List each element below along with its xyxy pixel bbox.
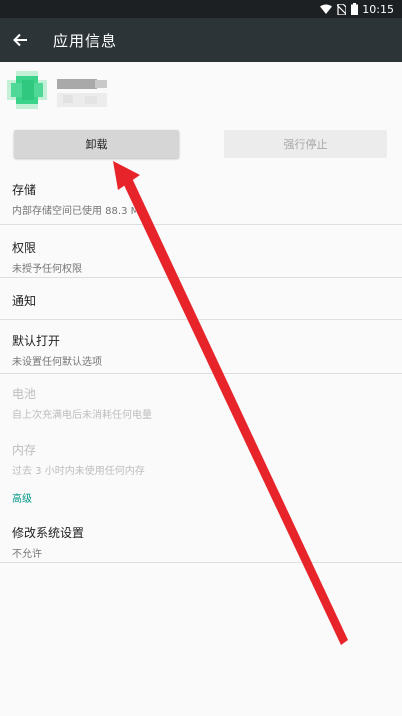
section-header-advanced: 高级 [12,494,32,505]
toolbar: 应用信息 [0,18,402,62]
permissions-title: 权限 [12,241,37,255]
permissions-subtitle: 未授予任何权限 [12,264,82,275]
modify-system-settings-row[interactable]: 修改系统设置 不允许 [0,514,402,563]
app-icon [7,71,47,109]
modify-system-settings-title: 修改系统设置 [12,526,85,540]
default-open-title: 默认打开 [12,334,61,348]
storage-row[interactable]: 存储 内部存储空间已使用 88.3 MB [0,172,402,225]
battery-icon [351,3,359,15]
storage-title: 存储 [12,183,37,197]
notifications-title: 通知 [12,294,37,308]
status-icons [320,3,359,15]
no-sim-icon [337,3,347,15]
arrow-left-icon[interactable] [12,31,30,49]
status-time: 10:15 [362,2,394,16]
page-title: 应用信息 [53,31,118,50]
action-buttons: 卸载 强行停止 [0,126,402,172]
battery-row: 电池 自上次充满电后未消耗任何电量 [0,374,402,429]
app-name-blurred [57,79,107,107]
battery-title: 电池 [12,387,37,401]
app-info-screen: 10:15 应用信息 卸载 强行停止 存储 内部存储空间已使用 88.3 MB … [0,0,402,716]
storage-subtitle: 内部存储空间已使用 88.3 MB [12,206,147,217]
status-bar: 10:15 [0,0,402,18]
modify-system-settings-subtitle: 不允许 [12,549,42,560]
wifi-icon [320,4,333,14]
memory-row: 内存 过去 3 小时内未使用任何内存 [0,429,402,482]
battery-subtitle: 自上次充满电后未消耗任何电量 [12,410,152,421]
uninstall-button[interactable]: 卸载 [14,130,179,158]
notifications-row[interactable]: 通知 [0,278,402,320]
default-open-subtitle: 未设置任何默认选项 [12,357,102,368]
memory-title: 内存 [12,443,37,457]
permissions-row[interactable]: 权限 未授予任何权限 [0,225,402,278]
force-stop-button[interactable]: 强行停止 [224,130,387,158]
memory-subtitle: 过去 3 小时内未使用任何内存 [12,466,145,477]
default-open-row[interactable]: 默认打开 未设置任何默认选项 [0,320,402,374]
app-header [0,62,402,126]
